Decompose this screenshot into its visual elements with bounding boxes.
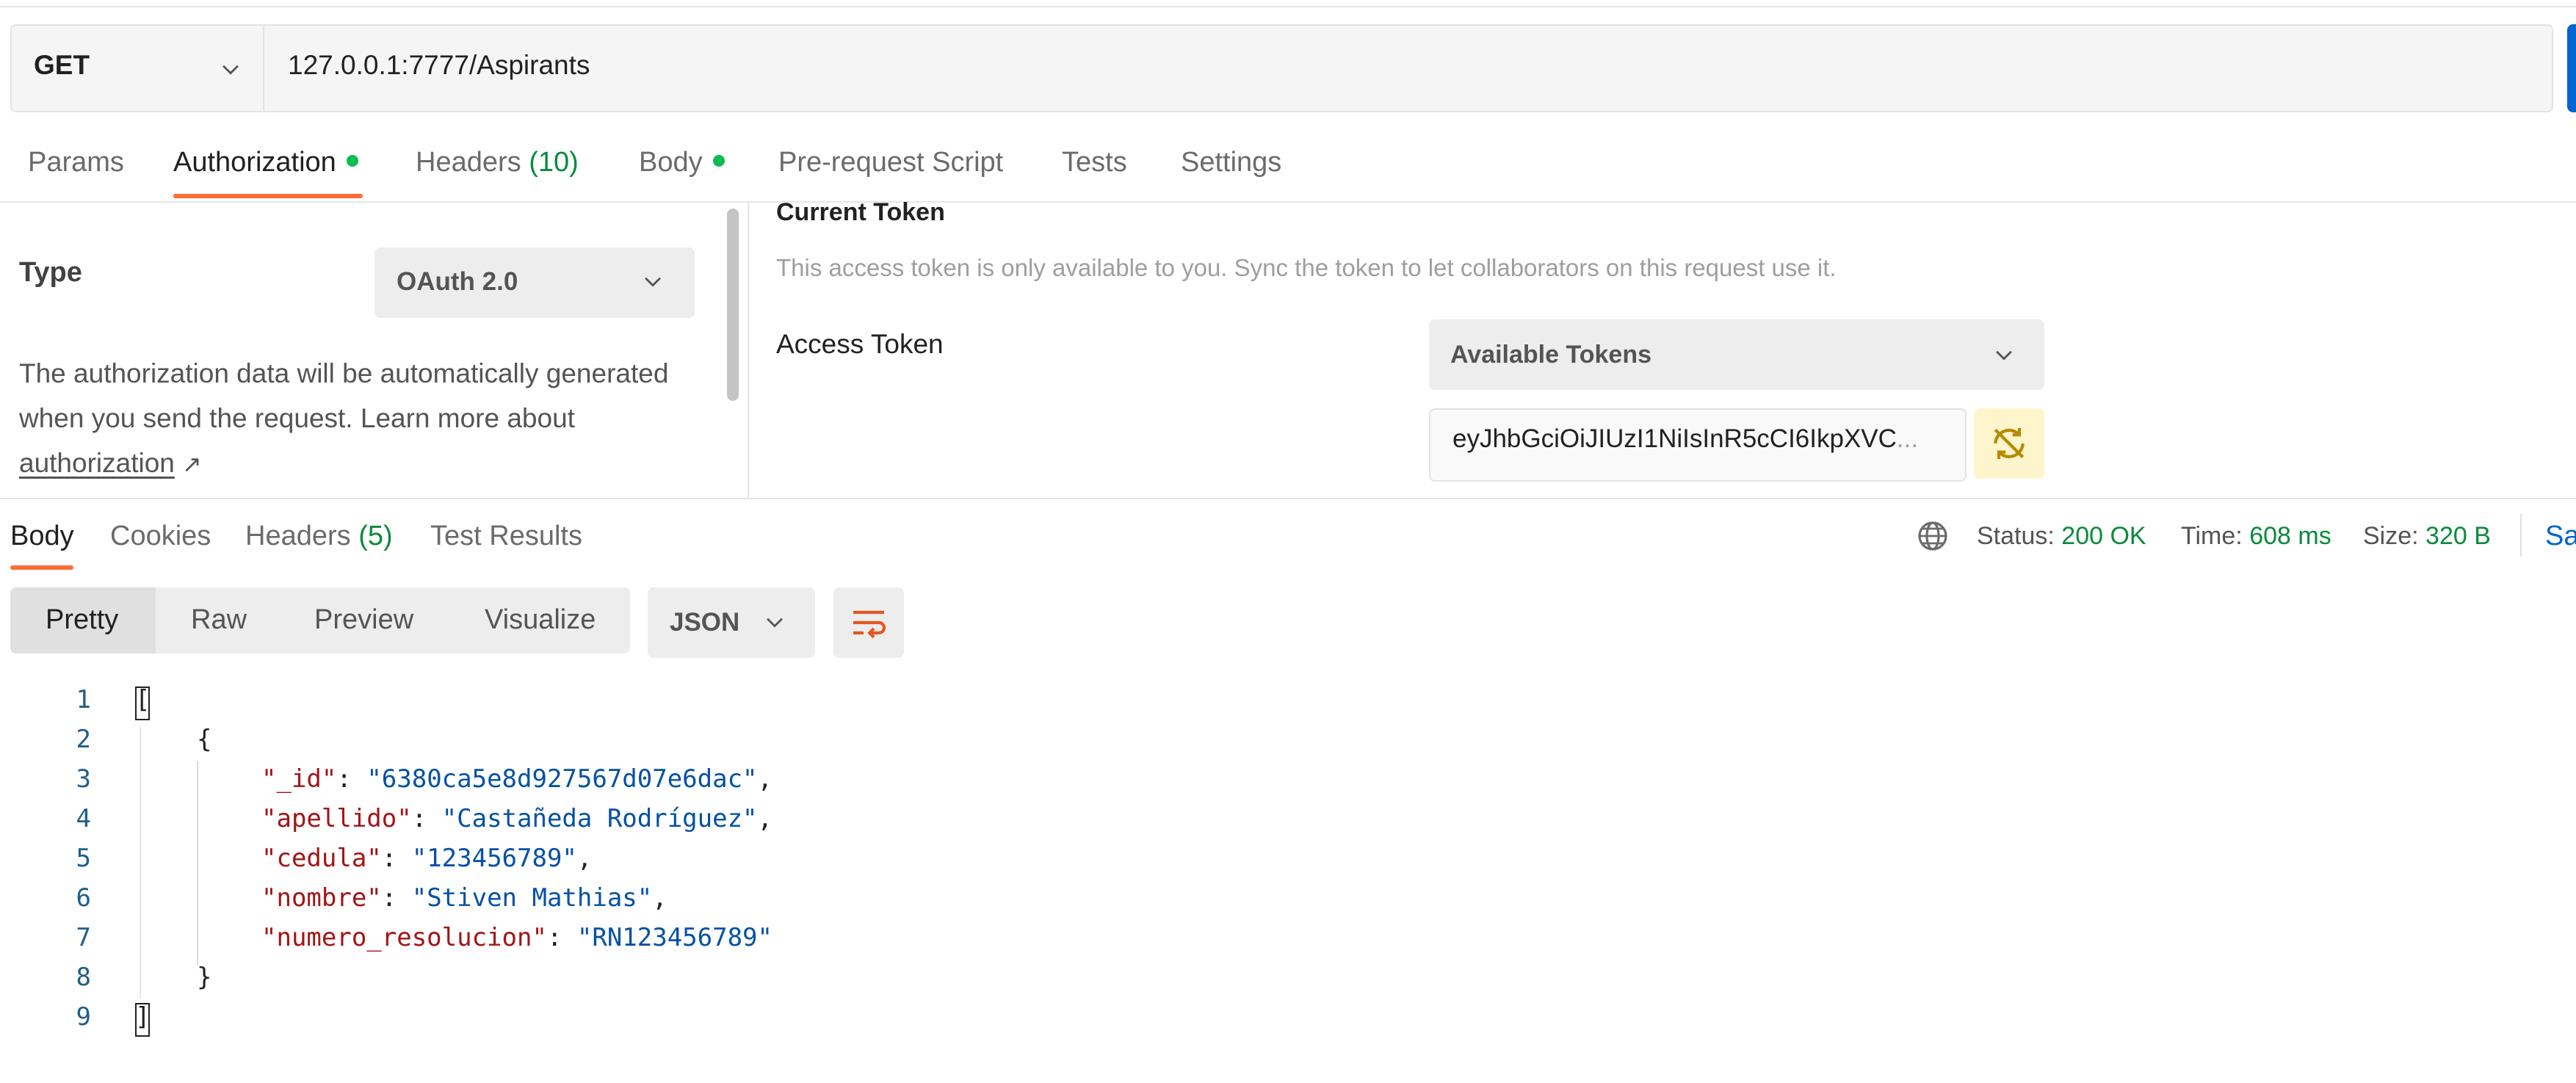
line-number: 1 — [76, 685, 91, 714]
line-number: 9 — [76, 1002, 91, 1032]
chevron-down-icon[interactable] — [640, 269, 665, 294]
json-value: "Stiven Mathias" — [411, 883, 653, 913]
response-headers-count: (5) — [358, 521, 393, 551]
response-tab-test-results[interactable]: Test Results — [430, 521, 582, 552]
tab-body-label: Body — [639, 147, 703, 178]
line-number: 7 — [76, 923, 91, 952]
save-response-button[interactable]: Sa — [2545, 521, 2576, 552]
tab-headers[interactable]: Headers (10) — [416, 147, 579, 178]
json-key: "numero_resolucion" — [261, 923, 547, 952]
chevron-down-icon[interactable] — [1991, 342, 2016, 367]
auth-type-label: Type — [19, 257, 82, 288]
tab-authorization[interactable]: Authorization — [173, 147, 358, 178]
auth-scrollbar[interactable] — [727, 209, 739, 401]
size-value: 320 B — [2425, 522, 2491, 550]
view-raw[interactable]: Raw — [191, 604, 247, 636]
meta-divider — [2520, 514, 2522, 557]
line-number: 3 — [76, 764, 91, 794]
json-key: "apellido" — [261, 804, 412, 833]
format-value[interactable]: JSON — [670, 608, 739, 637]
chevron-down-icon[interactable] — [218, 57, 243, 82]
code-line[interactable]: "numero_resolucion": "RN123456789" — [261, 923, 773, 952]
line-number: 6 — [76, 883, 91, 913]
wrap-lines-icon[interactable] — [848, 602, 889, 643]
time-label: Time: — [2181, 522, 2243, 550]
auth-type-value[interactable]: OAuth 2.0 — [397, 267, 518, 297]
tab-headers-label: Headers — [416, 147, 521, 178]
token-text: eyJhbGciOiJIUzI1NiIsInR5cCI6IkpXVC — [1452, 424, 1897, 453]
tab-params[interactable]: Params — [28, 147, 124, 178]
tab-body[interactable]: Body — [639, 147, 725, 178]
active-tab-indicator — [173, 194, 363, 198]
body-dot-icon — [712, 154, 725, 167]
json-value: "Castañeda Rodríguez" — [441, 804, 758, 833]
tab-tests[interactable]: Tests — [1062, 147, 1127, 178]
tab-authorization-label: Authorization — [173, 147, 336, 178]
line-number: 4 — [76, 804, 91, 833]
response-status: Status: 200 OK — [1977, 522, 2146, 551]
response-time: Time: 608 ms — [2181, 522, 2331, 551]
time-value: 608 ms — [2249, 522, 2331, 550]
code-open-brace[interactable]: { — [197, 725, 211, 754]
top-divider — [0, 6, 2576, 7]
code-close-brace[interactable]: } — [197, 963, 211, 992]
token-help-text: This access token is only available to y… — [776, 254, 1837, 281]
view-pretty[interactable]: Pretty — [46, 604, 118, 636]
code-open-bracket[interactable]: [ — [135, 685, 150, 714]
headers-count: (10) — [529, 147, 579, 178]
url-input[interactable]: 127.0.0.1:7777/Aspirants — [288, 50, 590, 81]
current-token-title: Current Token — [776, 198, 945, 226]
access-token-value[interactable]: eyJhbGciOiJIUzI1NiIsInR5cCI6IkpXVC... — [1452, 424, 1944, 454]
authorization-link[interactable]: authorization — [19, 448, 175, 478]
size-label: Size: — [2363, 522, 2419, 550]
sync-off-icon[interactable] — [1989, 423, 2030, 464]
access-token-label: Access Token — [776, 329, 944, 359]
response-divider — [0, 498, 2576, 499]
tab-prerequest-script[interactable]: Pre-request Script — [778, 147, 1003, 178]
tab-settings[interactable]: Settings — [1181, 147, 1281, 178]
view-preview[interactable]: Preview — [314, 604, 413, 636]
response-tab-headers[interactable]: Headers (5) — [245, 521, 393, 552]
available-tokens-label[interactable]: Available Tokens — [1450, 341, 1651, 369]
json-key: "_id" — [261, 764, 337, 794]
active-response-tab-indicator — [10, 565, 73, 570]
status-label: Status: — [1977, 522, 2055, 550]
send-button[interactable] — [2567, 24, 2576, 112]
json-key: "nombre" — [261, 883, 382, 913]
auth-panel-divider — [748, 203, 749, 498]
external-link-icon: ↗ — [181, 451, 202, 477]
active-dot-icon — [346, 154, 358, 167]
indent-guide-inner — [197, 761, 198, 965]
auth-description: The authorization data will be automatic… — [19, 351, 680, 487]
auth-description-text: The authorization data will be automatic… — [19, 358, 669, 433]
tabs-divider — [0, 201, 2576, 203]
method-label[interactable]: GET — [34, 50, 90, 81]
chevron-down-icon[interactable] — [762, 609, 787, 634]
code-line[interactable]: "_id": "6380ca5e8d927567d07e6dac", — [261, 764, 773, 794]
globe-icon[interactable] — [1915, 518, 1950, 554]
json-value: "RN123456789" — [576, 923, 773, 952]
json-key: "cedula" — [261, 844, 382, 873]
json-value: "123456789" — [411, 844, 577, 873]
line-number: 8 — [76, 963, 91, 992]
code-line[interactable]: "cedula": "123456789", — [261, 844, 592, 873]
response-headers-label: Headers — [245, 521, 351, 551]
json-value: "6380ca5e8d927567d07e6dac" — [366, 764, 758, 794]
token-ellipsis: ... — [1896, 424, 1919, 453]
view-visualize[interactable]: Visualize — [485, 604, 596, 636]
response-size: Size: 320 B — [2363, 522, 2491, 551]
response-tab-body[interactable]: Body — [10, 521, 74, 552]
code-line[interactable]: "apellido": "Castañeda Rodríguez", — [261, 804, 773, 833]
response-tab-cookies[interactable]: Cookies — [110, 521, 211, 552]
code-line[interactable]: "nombre": "Stiven Mathias", — [261, 883, 667, 913]
line-number: 2 — [76, 725, 91, 754]
line-number: 5 — [76, 844, 91, 873]
code-close-bracket[interactable]: ] — [135, 1002, 150, 1032]
indent-guide-outer — [140, 727, 141, 999]
status-value: 200 OK — [2061, 522, 2146, 550]
